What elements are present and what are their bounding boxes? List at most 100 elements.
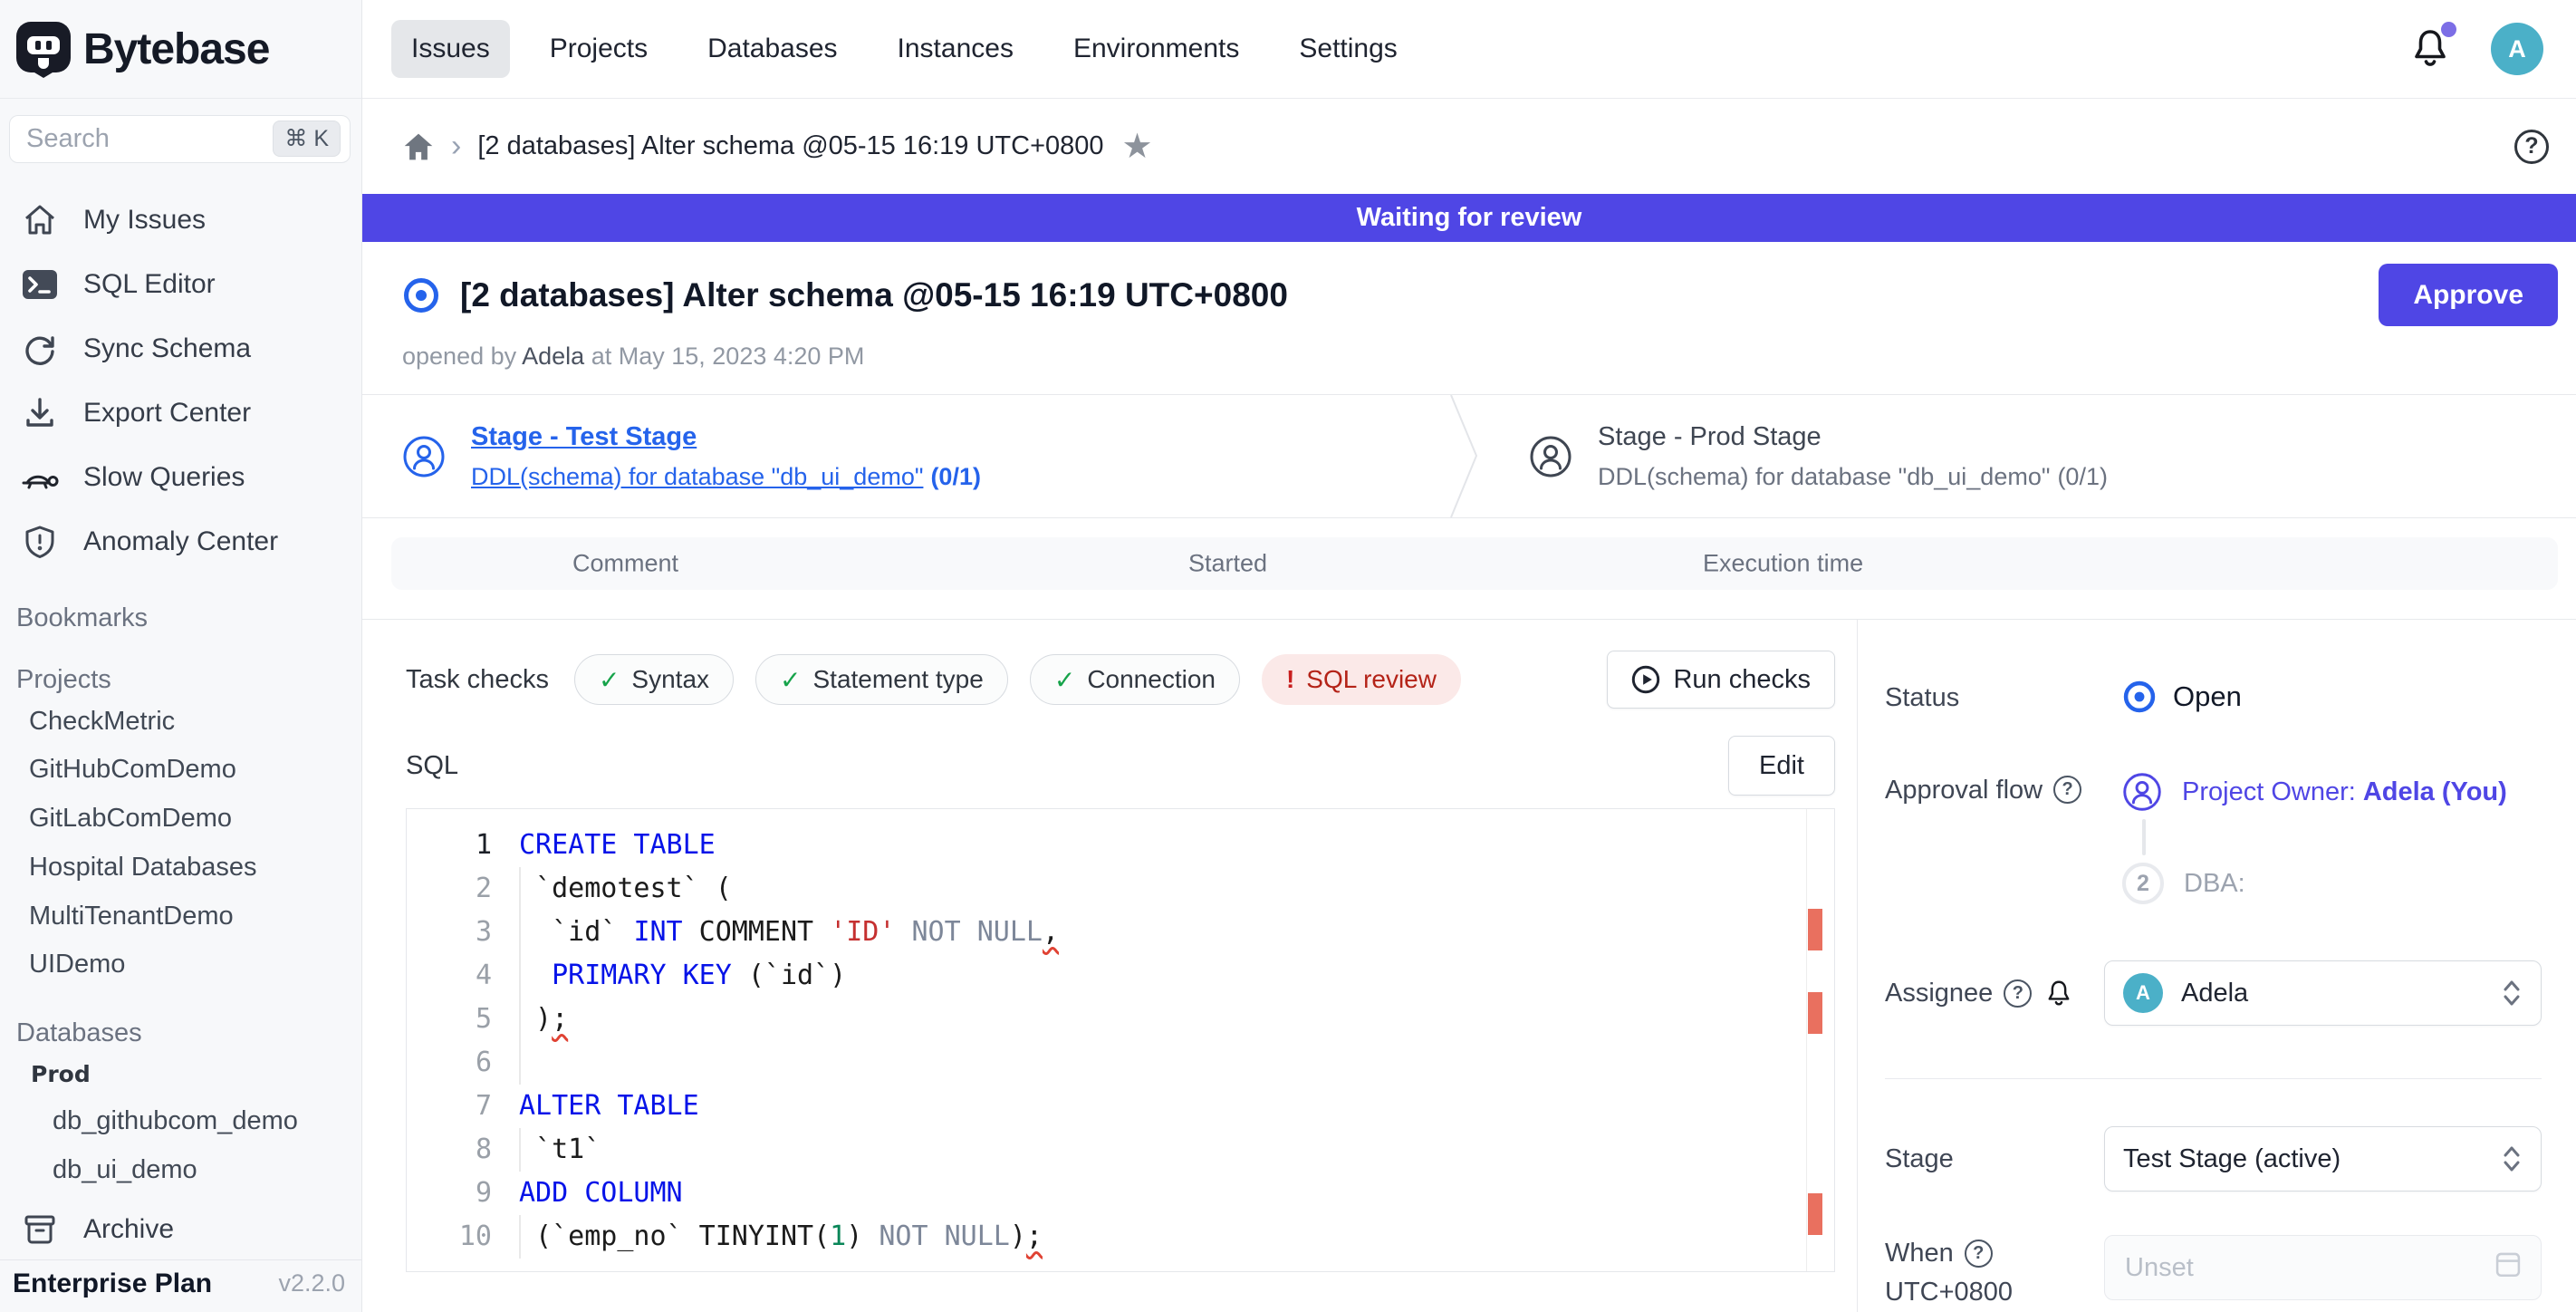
sidebar-item-export-center[interactable]: Export Center [0, 381, 361, 446]
issue-open-status-icon [402, 276, 440, 314]
sidebar-project-item[interactable]: CheckMetric [0, 697, 361, 746]
check-fail-icon: ! [1286, 665, 1294, 694]
line-number: 3 [407, 911, 497, 954]
app-root: Bytebase ⌘ K My Issues SQL Editor [0, 0, 2576, 1312]
shield-alert-icon [20, 522, 60, 562]
sidebar-item-label: Anomaly Center [83, 526, 278, 557]
stage-name[interactable]: Stage - Test Stage [471, 422, 981, 452]
breadcrumb-home-icon[interactable] [402, 130, 435, 163]
breadcrumb-title: [2 databases] Alter schema @05-15 16:19 … [477, 131, 1103, 161]
notification-bell-icon[interactable] [2409, 25, 2453, 72]
when-datetime-input[interactable] [2104, 1235, 2542, 1300]
check-pass-icon: ✓ [599, 665, 620, 695]
approve-button[interactable]: Approve [2379, 264, 2558, 326]
tab-settings[interactable]: Settings [1279, 20, 1417, 78]
sidebar-item-anomaly-center[interactable]: Anomaly Center [0, 510, 361, 574]
code-text: `id` INT COMMENT 'ID' NOT NULL, [519, 911, 1059, 954]
bookmark-star-icon[interactable]: ★ [1122, 130, 1153, 164]
tab-projects[interactable]: Projects [530, 20, 668, 78]
check-label: Connection [1087, 665, 1216, 694]
code-line: 9ADD COLUMN [407, 1172, 1834, 1215]
tab-databases[interactable]: Databases [687, 20, 857, 78]
task-table-header: Comment Started Execution time [391, 537, 2558, 590]
stage-name[interactable]: Stage - Prod Stage [1598, 422, 2108, 452]
task-checks-label: Task checks [406, 665, 549, 695]
code-text: CREATE TABLE [519, 824, 716, 867]
edit-sql-button[interactable]: Edit [1728, 736, 1835, 796]
stage-progress: (0/1) [930, 463, 981, 490]
line-number: 4 [407, 954, 497, 998]
bytebase-logo-icon [14, 20, 72, 78]
error-marker [1808, 1193, 1822, 1235]
approval-flow-row: Approval flow ? Project Owner: Adela (Yo… [1885, 772, 2542, 904]
sidebar-item-sync-schema[interactable]: Sync Schema [0, 317, 361, 381]
status-label: Status [1885, 680, 2122, 714]
line-number: 9 [407, 1172, 497, 1215]
person-circle-icon [1529, 435, 1572, 478]
check-pill-statement-type[interactable]: ✓ Statement type [755, 654, 1008, 705]
issue-title: [2 databases] Alter schema @05-15 16:19 … [460, 276, 1288, 314]
code-line: 7ALTER TABLE [407, 1085, 1834, 1128]
sidebar-project-item[interactable]: MultiTenantDemo [0, 892, 361, 941]
assignee-select[interactable]: A Adela [2104, 960, 2542, 1026]
search-input[interactable] [26, 124, 273, 154]
help-icon[interactable]: ? [2514, 130, 2549, 164]
search-box[interactable]: ⌘ K [9, 115, 351, 163]
person-circle-icon [2122, 772, 2162, 812]
check-pass-icon: ✓ [780, 665, 801, 695]
run-checks-button[interactable]: Run checks [1607, 651, 1835, 709]
code-text: ); [519, 998, 568, 1041]
stage-task-link[interactable]: DDL(schema) for database "db_ui_demo" [471, 463, 923, 490]
sync-icon [20, 329, 60, 369]
sidebar-project-item[interactable]: GitHubComDemo [0, 746, 361, 795]
sidebar-item-archive[interactable]: Archive [0, 1200, 361, 1259]
user-avatar[interactable]: A [2491, 23, 2543, 75]
sidebar-project-item[interactable]: Hospital Databases [0, 844, 361, 892]
code-text: (`emp_no` TINYINT(1) NOT NULL); [519, 1215, 1043, 1259]
person-circle-icon [402, 435, 446, 478]
sidebar-item-sql-editor[interactable]: SQL Editor [0, 253, 361, 317]
sidebar-item-label: Export Center [83, 398, 251, 429]
check-label: Statement type [813, 665, 984, 694]
stage-select[interactable]: Test Stage (active) [2104, 1126, 2542, 1191]
sidebar-item-slow-queries[interactable]: Slow Queries [0, 446, 361, 510]
task-table-header-wrap: Comment Started Execution time [362, 518, 2576, 620]
when-help-icon[interactable]: ? [1965, 1240, 1993, 1268]
assignee-help-icon[interactable]: ? [2004, 979, 2032, 1008]
sidebar-project-item[interactable]: GitLabComDemo [0, 795, 361, 844]
sidebar-database-item[interactable]: db_ui_demo [0, 1145, 361, 1194]
opened-prefix: opened by [402, 342, 516, 370]
task-checks-row: Task checks ✓ Syntax ✓ Statement type ✓ … [406, 651, 1835, 709]
sidebar-item-my-issues[interactable]: My Issues [0, 188, 361, 253]
code-line: 8 `t1` [407, 1128, 1834, 1172]
approval-step-1: Project Owner: Adela (You) [2122, 772, 2542, 812]
sql-editor[interactable]: 1CREATE TABLE2 `demotest` (3 `id` INT CO… [406, 808, 1835, 1272]
check-pass-icon: ✓ [1054, 665, 1075, 695]
breadcrumb-chevron-icon: › [451, 129, 461, 164]
sidebar-item-label: Sync Schema [83, 333, 251, 364]
stage-label: Stage [1885, 1144, 2122, 1174]
stage-test[interactable]: Stage - Test Stage DDL(schema) for datab… [362, 395, 1449, 517]
tab-instances[interactable]: Instances [878, 20, 1033, 78]
sidebar-database-item[interactable]: db_githubcom_demo [0, 1097, 361, 1146]
check-pill-sql-review[interactable]: ! SQL review [1262, 654, 1461, 705]
check-label: Syntax [631, 665, 709, 694]
sidebar-project-item[interactable]: UIDemo [0, 941, 361, 989]
sidebar-item-label: Slow Queries [83, 462, 245, 493]
check-pill-connection[interactable]: ✓ Connection [1030, 654, 1240, 705]
status-banner: Waiting for review [362, 194, 2576, 242]
play-circle-icon [1631, 665, 1660, 694]
status-value: Open [2173, 680, 2242, 713]
check-pill-syntax[interactable]: ✓ Syntax [574, 654, 734, 705]
plan-version: v2.2.0 [278, 1269, 345, 1298]
tab-environments[interactable]: Environments [1053, 20, 1259, 78]
approval-help-icon[interactable]: ? [2053, 776, 2081, 804]
archive-icon [20, 1210, 60, 1249]
assignee-notify-bell-icon[interactable] [2044, 978, 2073, 1008]
stage-prod[interactable]: Stage - Prod Stage DDL(schema) for datab… [1478, 395, 2108, 517]
tab-issues[interactable]: Issues [391, 20, 510, 78]
issue-meta: opened by Adela at May 15, 2023 4:20 PM [402, 342, 2558, 371]
brand[interactable]: Bytebase [0, 0, 361, 99]
terminal-icon [20, 265, 60, 304]
home-icon [20, 200, 60, 240]
